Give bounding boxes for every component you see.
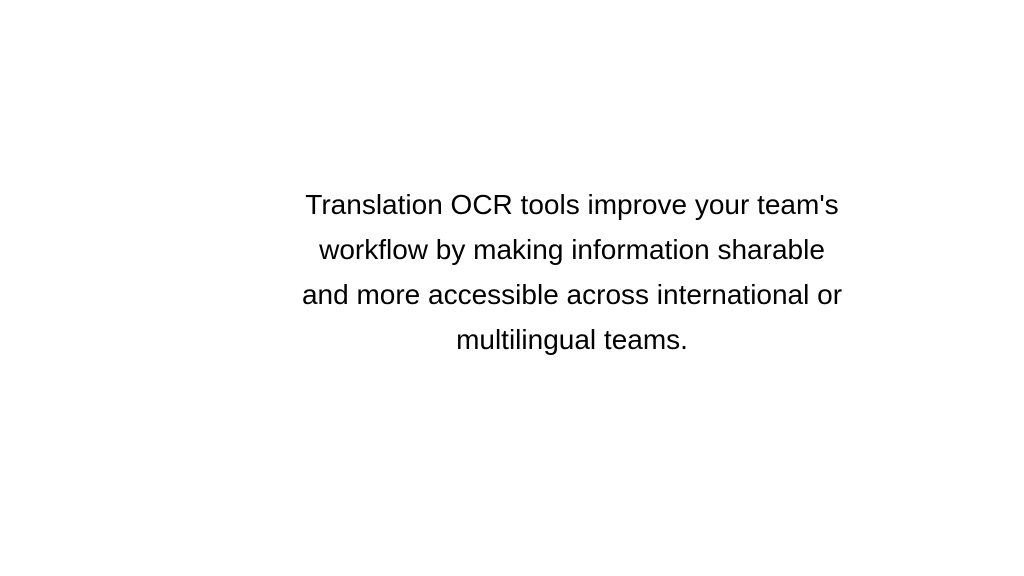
- main-paragraph: Translation OCR tools improve your team'…: [272, 183, 872, 362]
